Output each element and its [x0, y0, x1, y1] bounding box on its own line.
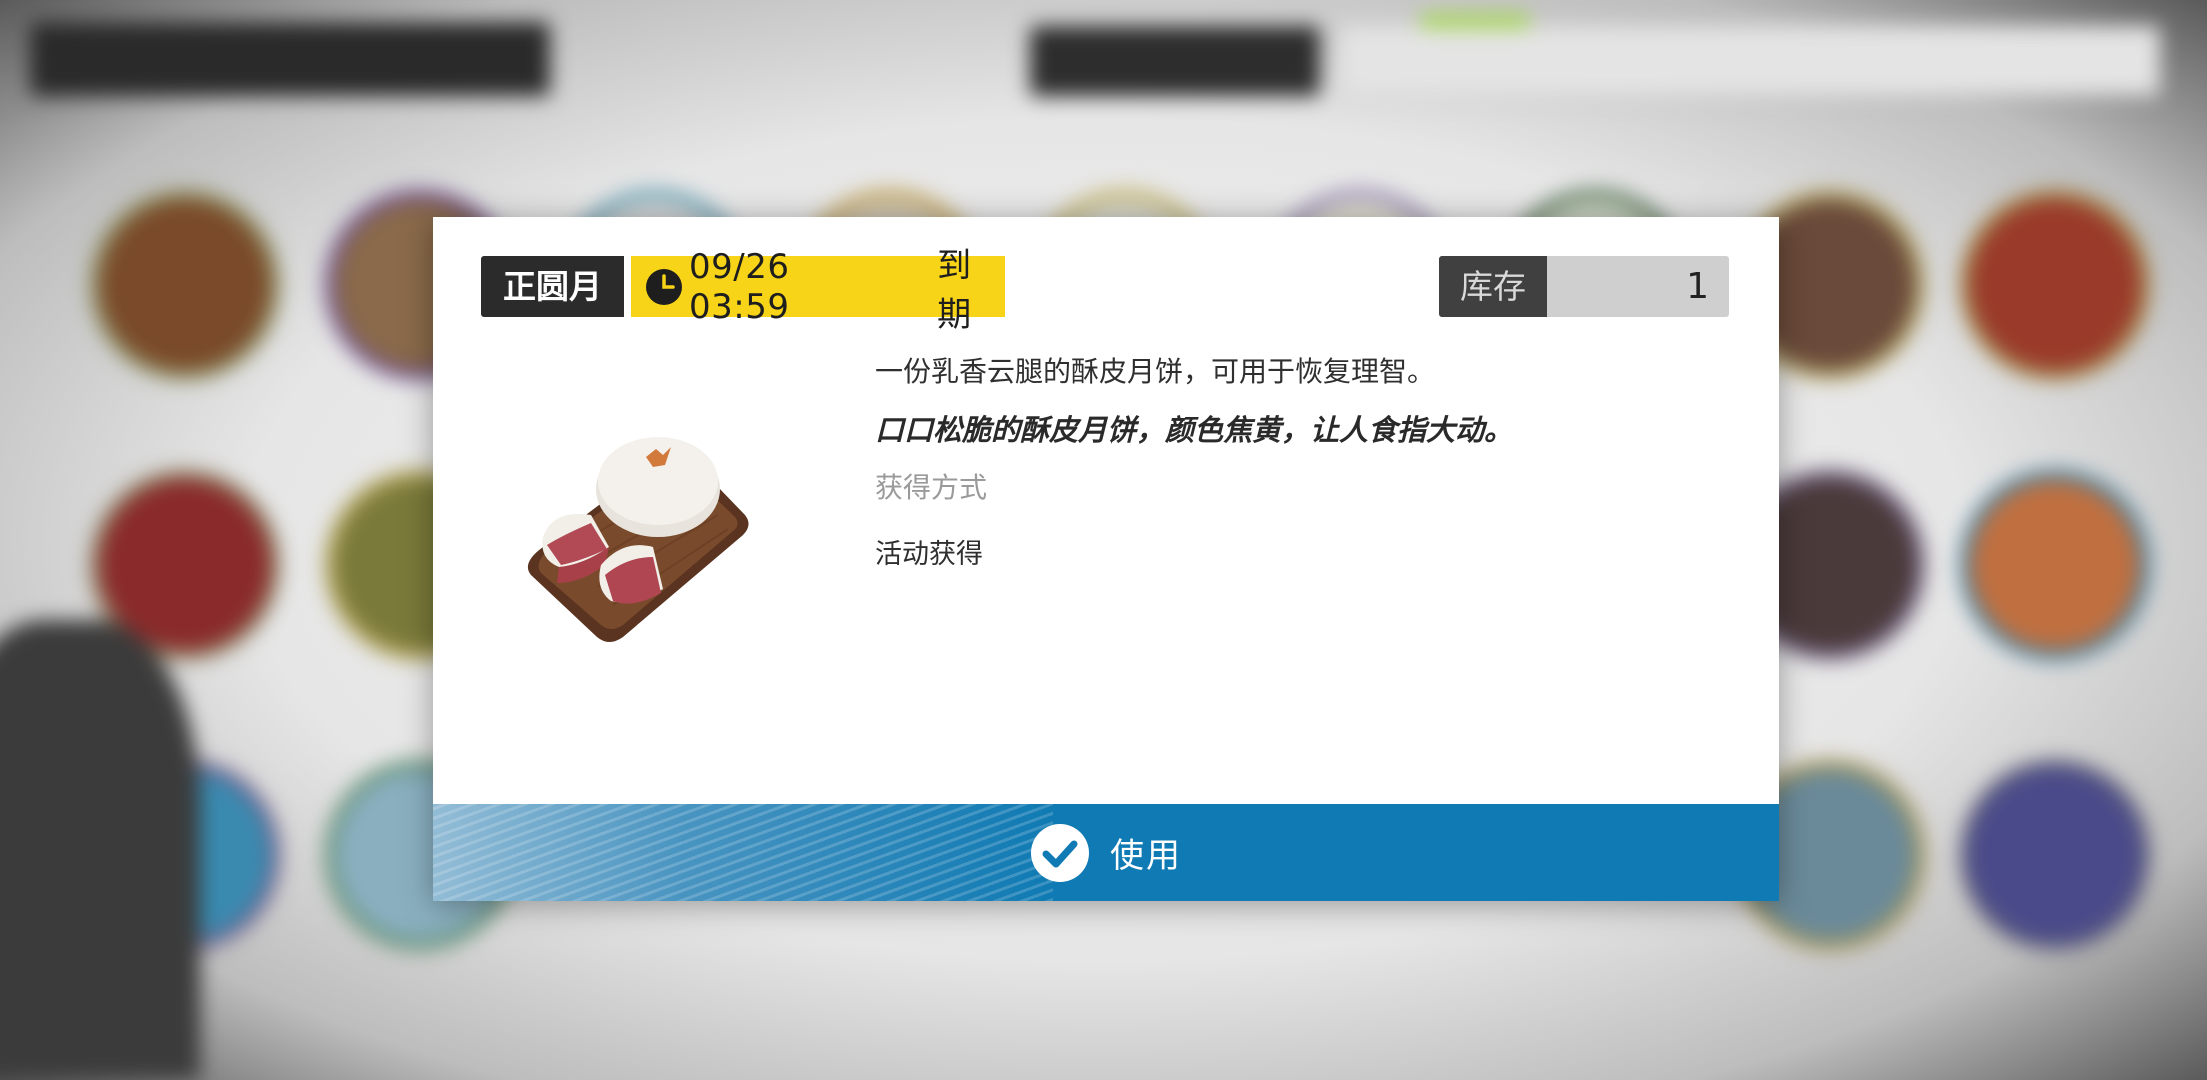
item-flavor-text: 口口松脆的酥皮月饼，颜色焦黄，让人食指大动。: [875, 413, 1514, 447]
character-silhouette: [0, 620, 200, 1080]
stock-label: 库存: [1439, 256, 1547, 317]
obtain-method-title: 获得方式: [875, 471, 988, 504]
use-button-label: 使用: [1110, 836, 1182, 876]
inventory-slot: [90, 190, 280, 380]
top-nav-bar: [30, 22, 550, 96]
mooncake-image: [527, 437, 749, 642]
check-icon: [1031, 823, 1089, 882]
stock-counter: 库存 1: [1439, 256, 1729, 317]
obtain-method-value: 活动获得: [875, 539, 983, 570]
top-filter-tabs: [1340, 26, 2160, 96]
top-action-button: [1030, 26, 1320, 96]
inventory-slot: [1960, 190, 2150, 380]
use-button[interactable]: 使用: [433, 804, 1779, 901]
item-description: 一份乳香云腿的酥皮月饼，可用于恢复理智。: [875, 355, 1436, 388]
expire-suffix: 到期: [937, 245, 972, 335]
category-tag: 正圆月: [481, 256, 624, 317]
expire-time: 09/26 03:59: [689, 246, 790, 327]
clock-icon: [646, 268, 682, 305]
inventory-slot: [1960, 470, 2150, 660]
expire-tag: 09/26 03:59 到期: [631, 246, 1005, 335]
inventory-slot: [1960, 760, 2150, 950]
item-detail-dialog: 正圆月 09/26 03:59 到期 库存 1 一份乳香云腿的酥皮月饼，可用于恢…: [433, 217, 1779, 901]
stock-value: 1: [1686, 266, 1709, 307]
